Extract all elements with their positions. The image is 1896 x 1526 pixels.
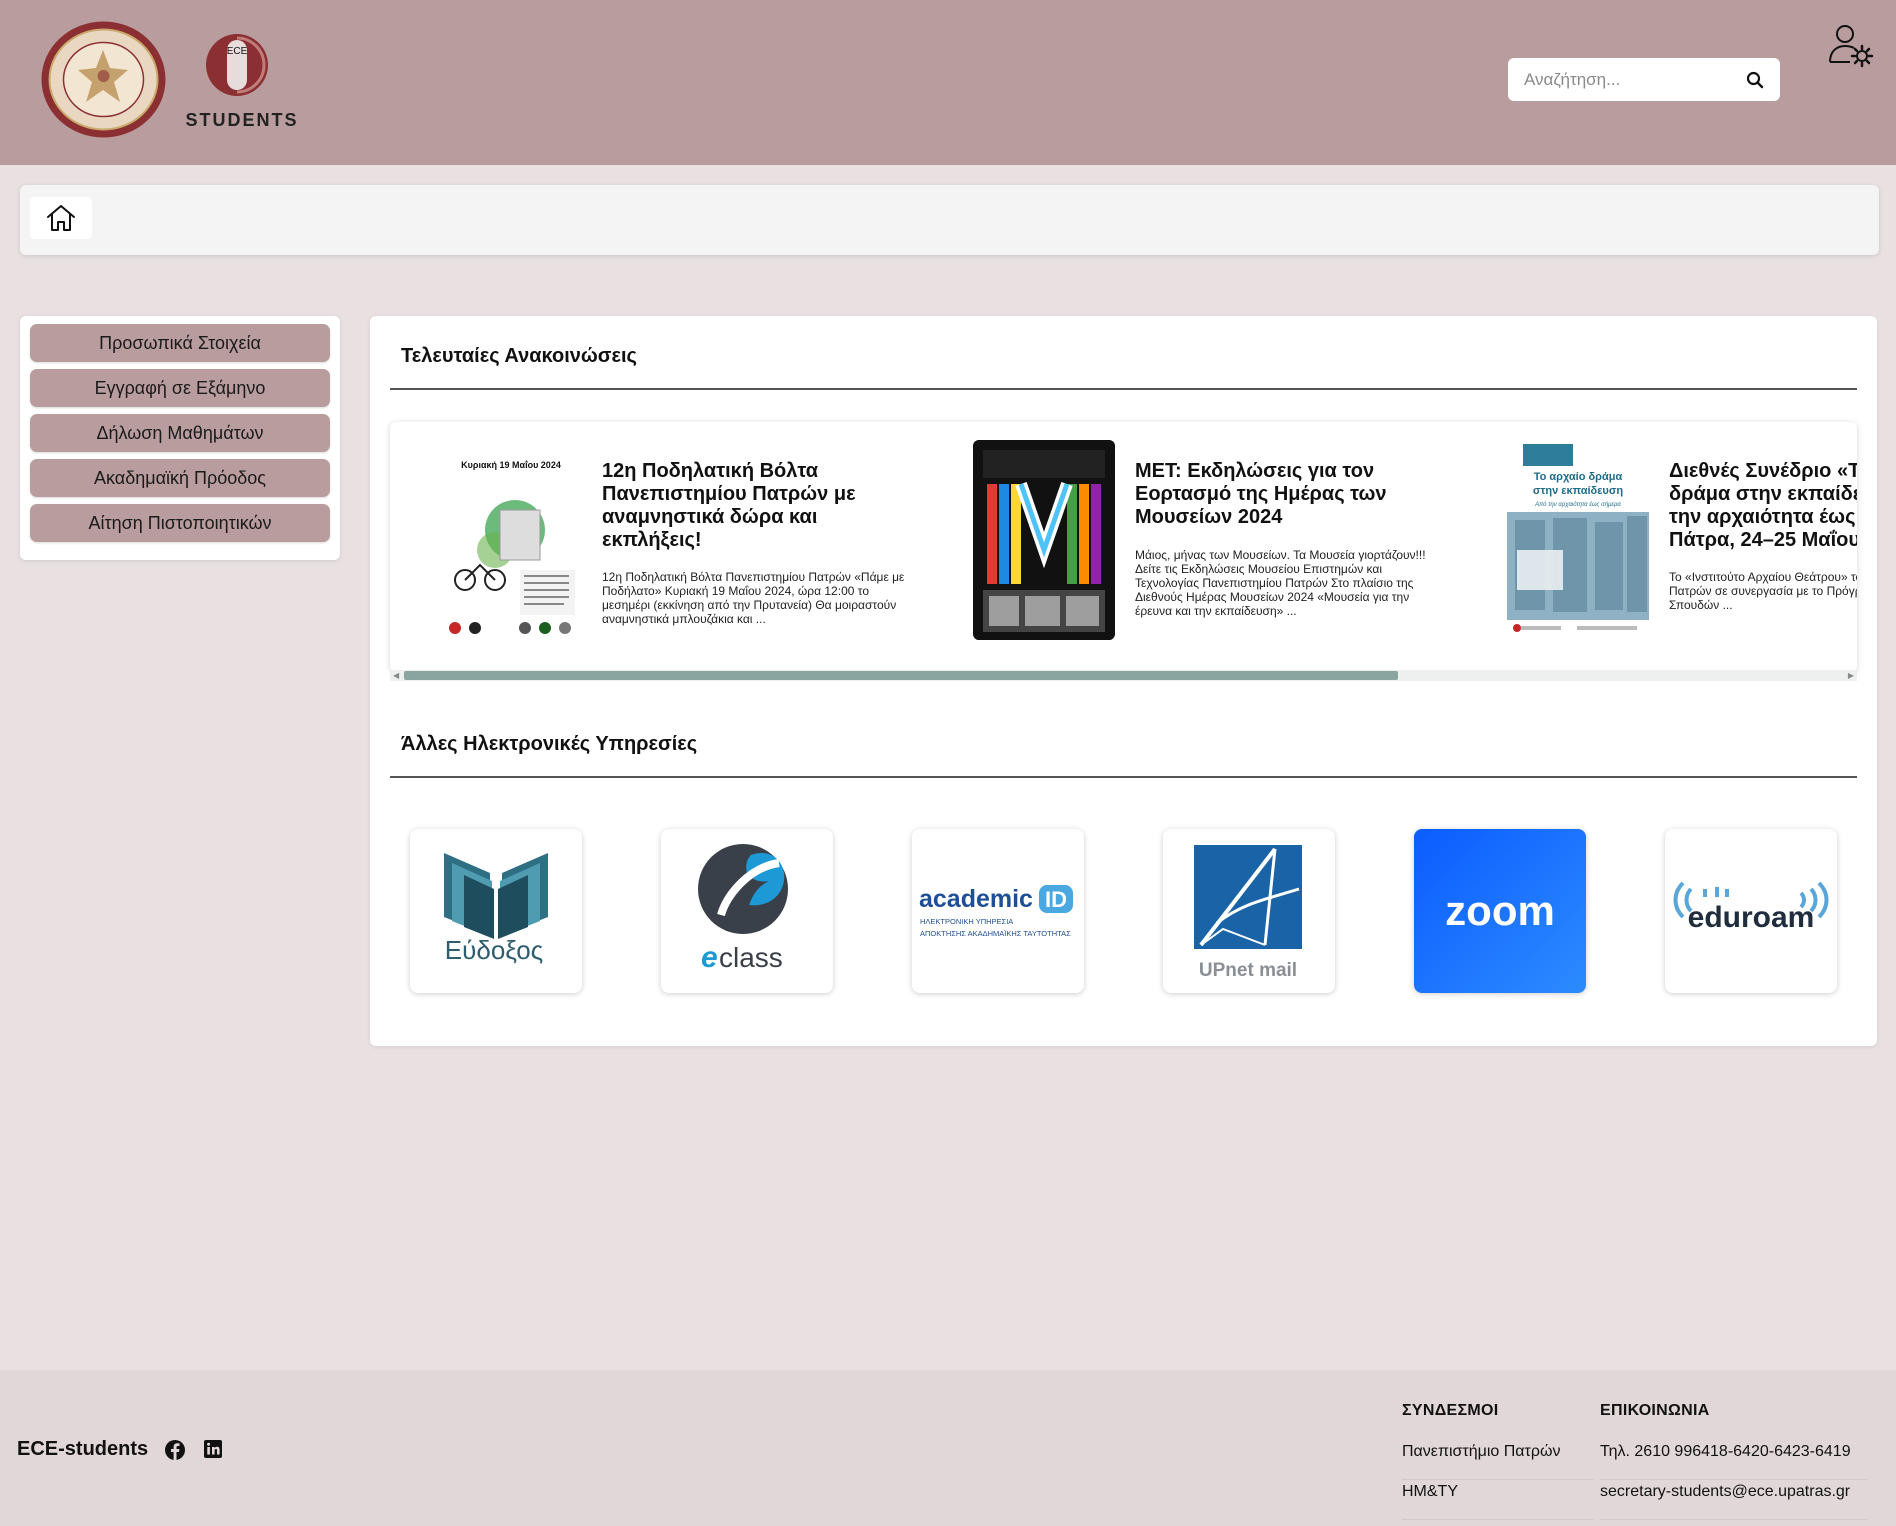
svg-text:Το αρχαίο δράμα: Το αρχαίο δράμα <box>1534 471 1623 483</box>
sidebar-item-semester-registration[interactable]: Εγγραφή σε Εξάμηνο <box>30 369 330 407</box>
services-divider <box>390 776 1857 778</box>
footer-link-university-of-patras[interactable]: Πανεπιστήμιο Πατρών <box>1402 1440 1594 1480</box>
eduroam-icon: eduroam <box>1673 881 1829 934</box>
announcements-divider <box>390 388 1857 390</box>
svg-text:eduroam: eduroam <box>1688 901 1815 934</box>
sidebar-menu: Προσωπικά Στοιχεία Εγγραφή σε Εξάμηνο Δή… <box>20 316 340 560</box>
search-button[interactable] <box>1745 68 1764 92</box>
main-panel: Τελευταίες Ανακοινώσεις Κυριακή 19 Μαΐου… <box>370 316 1877 1046</box>
sidebar-item-personal-info[interactable]: Προσωπικά Στοιχεία <box>30 324 330 362</box>
linkedin-icon <box>204 1440 222 1458</box>
site-footer: ECE-students ΣΥΝΔΕΣΜΟΙ Πανεπιστήμιο Πατρ… <box>0 1370 1896 1526</box>
ece-logo-letters: ECE <box>227 46 248 57</box>
eclass-icon: e class <box>698 844 788 974</box>
svg-text:class: class <box>719 942 783 973</box>
footer-email-link[interactable]: secretary-students@ece.upatras.gr <box>1600 1480 1868 1520</box>
announcement-image-museums[interactable] <box>973 440 1115 640</box>
announcement-title[interactable]: Διεθνές Συνέδριο «Το αρχαίο δράμα στην ε… <box>1669 460 1857 552</box>
svg-text:academic: academic <box>919 885 1033 913</box>
zoom-icon: zoom <box>1445 887 1555 934</box>
footer-link-ece[interactable]: ΗΜ&ΤΥ <box>1402 1480 1594 1520</box>
svg-text:Κυριακή 19 Μαΐου 2024: Κυριακή 19 Μαΐου 2024 <box>461 460 561 470</box>
footer-brand: ECE-students <box>17 1438 149 1460</box>
user-settings-icon <box>1829 25 1874 68</box>
breadcrumb <box>20 185 1879 255</box>
footer-links-column: ΣΥΝΔΕΣΜΟΙ Πανεπιστήμιο Πατρών ΗΜ&ΤΥ <box>1402 1402 1594 1520</box>
site-header: ECE STUDENTS <box>0 0 1896 165</box>
scroll-left-arrow-icon[interactable]: ◀ <box>393 670 399 681</box>
service-eclass-button[interactable]: e class <box>661 829 833 993</box>
facebook-link[interactable] <box>164 1439 186 1461</box>
service-zoom-button[interactable]: zoom <box>1414 829 1586 993</box>
home-icon <box>47 205 75 231</box>
svg-text:zoom: zoom <box>1445 887 1555 934</box>
announcement-image-drama-conference[interactable]: Το αρχαίο δράμα στην εκπαίδευση Από την … <box>1507 440 1649 640</box>
svg-text:Από την αρχαιότητα έως σήμερα: Από την αρχαιότητα έως σήμερα <box>1534 501 1621 508</box>
announcement-description: Μάιος, μήνας των Μουσείων. Τα Μουσεία γι… <box>1135 548 1426 618</box>
carousel-scrollbar-thumb[interactable] <box>404 671 1398 680</box>
sidebar-item-certificate-request[interactable]: Αίτηση Πιστοποιητικών <box>30 504 330 542</box>
announcement-title[interactable]: ΜΕΤ: Εκδηλώσεις για τον Εορτασμό της Ημέ… <box>1135 460 1445 529</box>
svg-text:e: e <box>701 941 718 974</box>
svg-text:στην εκπαίδευση: στην εκπαίδευση <box>1533 485 1623 497</box>
svg-text:ΑΠΟΚΤΗΣΗΣ ΑΚΑΔΗΜΑΪΚΗΣ ΤΑΥΤΟΤΗΤ: ΑΠΟΚΤΗΣΗΣ ΑΚΑΔΗΜΑΪΚΗΣ ΤΑΥΤΟΤΗΤΑΣ <box>920 929 1071 938</box>
service-upnet-mail-button[interactable]: UPnet mail <box>1163 829 1335 993</box>
announcements-carousel[interactable]: Κυριακή 19 Μαΐου 2024 12η Ποδηλατική Βόλ… <box>390 422 1857 672</box>
search-input[interactable] <box>1524 69 1745 90</box>
footer-contact-title: ΕΠΙΚΟΙΝΩΝΙΑ <box>1600 1402 1710 1419</box>
sidebar-item-academic-progress[interactable]: Ακαδημαϊκή Πρόοδος <box>30 459 330 497</box>
eudoxus-book-icon: Εύδοξος <box>444 853 548 965</box>
academic-id-icon: academic ID ΗΛΕΚΤΡΟΝΙΚΗ ΥΠΗΡΕΣΙΑ ΑΠΟΚΤΗΣ… <box>919 885 1073 938</box>
university-seal-logo[interactable] <box>40 20 167 139</box>
services-title: Άλλες Ηλεκτρονικές Υπηρεσίες <box>401 733 698 755</box>
announcement-title[interactable]: 12η Ποδηλατική Βόλτα Πανεπιστημίου Πατρώ… <box>602 460 912 552</box>
announcement-description: Το «Ινστιτούτο Αρχαίου Θεάτρου» του Πανε… <box>1669 570 1857 612</box>
upnet-mail-icon: UPnet mail <box>1194 845 1302 981</box>
services-grid: Εύδοξος e class academic ID ΗΛΕΚΤΡΟΝΙΚΗ … <box>410 829 1840 995</box>
user-settings-button[interactable] <box>1828 22 1874 68</box>
home-button[interactable] <box>30 197 92 239</box>
linkedin-link[interactable] <box>203 1439 225 1461</box>
announcement-image-bike-ride[interactable]: Κυριακή 19 Μαΐου 2024 <box>440 440 582 640</box>
search-box <box>1508 58 1780 101</box>
announcement-card[interactable]: Το αρχαίο δράμα στην εκπαίδευση Από την … <box>1507 440 1857 640</box>
scroll-right-arrow-icon[interactable]: ▶ <box>1848 670 1854 681</box>
ece-students-logo[interactable]: ECE STUDENTS <box>180 30 305 130</box>
announcement-card[interactable]: ΜΕΤ: Εκδηλώσεις για τον Εορτασμό της Ημέ… <box>973 440 1453 640</box>
announcement-card[interactable]: Κυριακή 19 Μαΐου 2024 12η Ποδηλατική Βόλ… <box>440 440 920 640</box>
service-academic-id-button[interactable]: academic ID ΗΛΕΚΤΡΟΝΙΚΗ ΥΠΗΡΕΣΙΑ ΑΠΟΚΤΗΣ… <box>912 829 1084 993</box>
svg-text:ΗΛΕΚΤΡΟΝΙΚΗ ΥΠΗΡΕΣΙΑ: ΗΛΕΚΤΡΟΝΙΚΗ ΥΠΗΡΕΣΙΑ <box>920 917 1013 926</box>
search-icon <box>1746 71 1763 88</box>
announcements-title: Τελευταίες Ανακοινώσεις <box>401 345 637 367</box>
footer-contact-column: ΕΠΙΚΟΙΝΩΝΙΑ Τηλ. 2610 996418-6420-6423-6… <box>1600 1402 1868 1520</box>
carousel-scrollbar[interactable]: ◀ ▶ <box>390 670 1857 681</box>
svg-text:UPnet mail: UPnet mail <box>1199 960 1297 981</box>
footer-phone: Τηλ. 2610 996418-6420-6423-6419 <box>1600 1440 1868 1480</box>
facebook-icon <box>165 1440 185 1460</box>
footer-links-title: ΣΥΝΔΕΣΜΟΙ <box>1402 1402 1499 1419</box>
announcement-description: 12η Ποδηλατική Βόλτα Πανεπιστημίου Πατρώ… <box>602 570 905 626</box>
svg-text:ID: ID <box>1045 887 1067 912</box>
ece-logo-text: STUDENTS <box>185 110 298 130</box>
service-eudoxus-button[interactable]: Εύδοξος <box>410 829 582 993</box>
svg-text:Εύδοξος: Εύδοξος <box>445 935 543 965</box>
sidebar-item-course-declaration[interactable]: Δήλωση Μαθημάτων <box>30 414 330 452</box>
service-eduroam-button[interactable]: eduroam <box>1665 829 1837 993</box>
